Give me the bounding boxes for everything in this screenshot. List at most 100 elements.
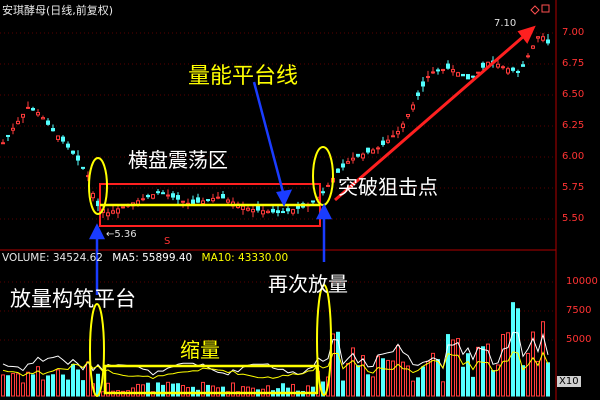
volume-bar bbox=[386, 359, 390, 397]
volume-bar bbox=[436, 359, 440, 397]
candle-body bbox=[426, 75, 430, 78]
candle-body bbox=[411, 104, 415, 110]
volume-bar bbox=[66, 379, 70, 397]
candle-body bbox=[161, 192, 165, 195]
volume-bar bbox=[446, 334, 450, 397]
volume-bar bbox=[456, 338, 460, 397]
candle-body bbox=[341, 163, 345, 168]
candle-body bbox=[421, 81, 425, 87]
volume-tick: 10000 bbox=[566, 276, 598, 287]
volume-bar bbox=[511, 302, 515, 397]
price-tick: 5.50 bbox=[562, 213, 585, 224]
volume-bar bbox=[426, 360, 430, 397]
candle-body bbox=[121, 206, 125, 209]
volume-bar bbox=[16, 373, 20, 397]
volume-bar bbox=[541, 321, 545, 397]
price-tick: 6.50 bbox=[562, 89, 585, 100]
candle-body bbox=[6, 134, 10, 137]
candle-body bbox=[211, 197, 215, 202]
candle-body bbox=[351, 157, 355, 161]
candle-body bbox=[501, 66, 505, 69]
breakout-label: 突破狙击点 bbox=[338, 175, 438, 199]
volume-bar bbox=[31, 374, 35, 397]
ma10-label: MA10: 43330.00 bbox=[201, 252, 289, 264]
candle-body bbox=[256, 205, 260, 211]
volume-bar bbox=[206, 384, 210, 397]
volume-bar bbox=[356, 365, 360, 397]
candle-body bbox=[91, 192, 95, 199]
volume-bar bbox=[416, 377, 420, 397]
candle-body bbox=[276, 210, 280, 214]
candle-body bbox=[506, 68, 510, 74]
candle-body bbox=[1, 142, 5, 145]
platform-line-label: 量能平台线 bbox=[188, 64, 299, 89]
candle-body bbox=[391, 135, 395, 138]
volume-bar bbox=[266, 385, 270, 397]
high-markers bbox=[530, 4, 550, 15]
volume-bar bbox=[61, 374, 65, 397]
candle-body bbox=[356, 153, 360, 157]
candle-body bbox=[201, 200, 205, 204]
volume-bar bbox=[211, 385, 215, 397]
volume-unit: X10 bbox=[557, 376, 581, 387]
candle-body bbox=[346, 161, 350, 164]
volume-bar bbox=[6, 375, 10, 397]
candle-body bbox=[216, 196, 220, 199]
shrink-label: 缩量 bbox=[180, 338, 220, 362]
volume-bar bbox=[536, 360, 540, 397]
candle-body bbox=[361, 153, 365, 159]
candle-body bbox=[441, 68, 445, 71]
candle-body bbox=[71, 150, 75, 154]
candle-body bbox=[151, 194, 155, 199]
volume-bar bbox=[291, 383, 295, 397]
volume-tick: 5000 bbox=[566, 334, 592, 345]
candle-body bbox=[371, 149, 375, 154]
chart-title: 安琪酵母(日线,前复权) bbox=[2, 4, 114, 17]
candle-body bbox=[251, 208, 255, 213]
price-tick: 5.75 bbox=[562, 182, 585, 193]
volume-bar bbox=[181, 384, 185, 397]
volume-bar bbox=[311, 386, 315, 397]
low-price-marker: ←5.36 bbox=[106, 229, 137, 240]
volume-bar bbox=[451, 339, 455, 397]
volume-bar bbox=[346, 362, 350, 397]
volume-bar bbox=[481, 346, 485, 397]
volume-bar bbox=[141, 384, 145, 397]
candle-body bbox=[326, 184, 330, 187]
volume-bar bbox=[526, 352, 530, 397]
candle-body bbox=[376, 147, 380, 150]
s-marker: S bbox=[164, 236, 171, 247]
volume-platform-label: 放量构筑平台 bbox=[10, 287, 136, 311]
volume-bar bbox=[81, 380, 85, 397]
candle-body bbox=[481, 62, 485, 68]
candle-body bbox=[246, 207, 250, 211]
candle-body bbox=[386, 139, 390, 143]
candle-body bbox=[76, 155, 80, 161]
volume-header: VOLUME: 34524.62 MA5: 55899.40 MA10: 433… bbox=[2, 252, 288, 264]
volume-bar bbox=[341, 380, 345, 397]
volume-bar bbox=[546, 362, 550, 397]
volume-bar bbox=[221, 386, 225, 397]
candle-body bbox=[396, 130, 400, 135]
right-ellipse bbox=[312, 146, 334, 206]
candle-body bbox=[416, 92, 420, 96]
volume-bar bbox=[21, 382, 25, 397]
price-tick: 6.25 bbox=[562, 120, 585, 131]
candle-body bbox=[366, 147, 370, 153]
candle-body bbox=[11, 127, 15, 131]
candle-body bbox=[146, 194, 150, 198]
candle-body bbox=[171, 193, 175, 198]
volume-bar bbox=[366, 374, 370, 397]
candle-body bbox=[111, 210, 115, 214]
candle-body bbox=[546, 39, 550, 44]
candle-body bbox=[461, 73, 465, 77]
candle-body bbox=[191, 199, 195, 204]
candle-body bbox=[311, 200, 315, 203]
volume-label: VOLUME: 34524.62 bbox=[2, 252, 103, 264]
volume-bar bbox=[241, 386, 245, 397]
candle-body bbox=[176, 195, 180, 200]
candle-body bbox=[206, 199, 210, 202]
candle-body bbox=[516, 70, 520, 73]
candle-body bbox=[496, 63, 500, 68]
volume-bar bbox=[1, 374, 5, 397]
